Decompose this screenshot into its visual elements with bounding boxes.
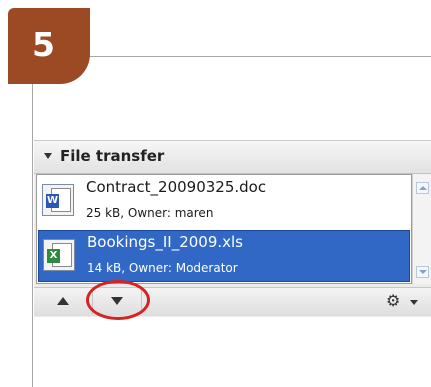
file-meta: 14 kB, Owner: Moderator xyxy=(87,261,238,275)
highlight-circle xyxy=(86,280,150,320)
file-row[interactable]: W Contract_20090325.doc 25 kB, Owner: ma… xyxy=(38,176,410,228)
file-list: W Contract_20090325.doc 25 kB, Owner: ma… xyxy=(36,174,412,284)
step-badge: 5 xyxy=(8,8,90,84)
step-number: 5 xyxy=(32,25,55,64)
frame-top-line xyxy=(88,56,431,57)
collapse-arrow-icon[interactable] xyxy=(44,153,52,159)
scroll-up-icon[interactable] xyxy=(416,182,429,194)
word-document-icon: W xyxy=(42,184,74,216)
file-name: Bookings_II_2009.xls xyxy=(87,233,243,251)
file-name: Contract_20090325.doc xyxy=(86,178,267,196)
file-row-selected[interactable]: X Bookings_II_2009.xls 14 kB, Owner: Mod… xyxy=(38,230,410,282)
frame-left-line xyxy=(32,78,33,387)
file-meta: 25 kB, Owner: maren xyxy=(86,206,214,220)
vertical-scrollbar[interactable] xyxy=(412,174,431,284)
chevron-down-icon xyxy=(410,300,418,305)
move-up-button[interactable] xyxy=(40,290,84,314)
gear-icon: ⚙ xyxy=(386,291,401,310)
scroll-down-icon[interactable] xyxy=(416,266,429,278)
settings-menu-button[interactable]: ⚙ xyxy=(382,290,427,314)
panel-header[interactable]: File transfer xyxy=(34,141,431,174)
excel-spreadsheet-icon: X xyxy=(43,239,75,271)
panel-title: File transfer xyxy=(60,147,165,165)
up-arrow-icon xyxy=(57,297,69,305)
